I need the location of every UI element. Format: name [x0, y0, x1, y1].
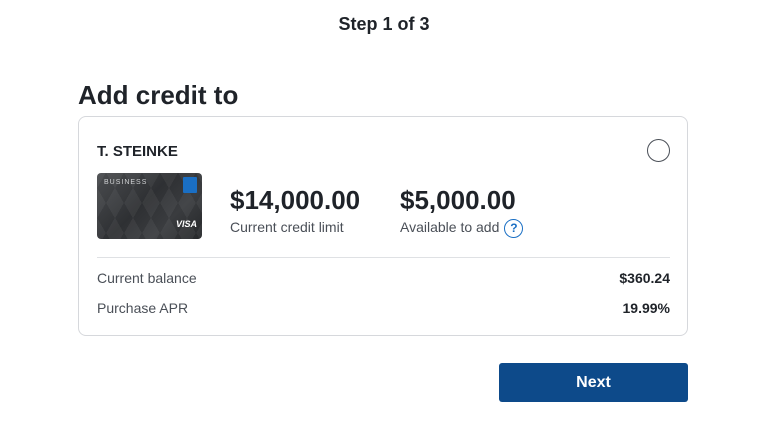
- card-badge-icon: [183, 177, 197, 193]
- select-account-radio[interactable]: [647, 139, 670, 162]
- card-holder-name: T. STEINKE: [97, 143, 178, 160]
- step-indicator: Step 1 of 3: [338, 14, 430, 34]
- page-title: Add credit to: [78, 80, 239, 110]
- visa-logo: VISA: [175, 219, 197, 229]
- account-card[interactable]: T. STEINKE BUSINESS VISA $14,000.00 Curr…: [78, 116, 688, 336]
- current-balance-label: Current balance: [97, 270, 197, 286]
- help-icon[interactable]: ?: [504, 219, 524, 238]
- divider: [97, 257, 670, 258]
- purchase-apr-label: Purchase APR: [97, 300, 189, 316]
- current-balance-value: $360.24: [619, 270, 670, 286]
- next-button[interactable]: Next: [499, 363, 688, 402]
- available-value: $5,000.00: [400, 185, 516, 215]
- purchase-apr-value: 19.99%: [622, 300, 670, 316]
- purchase-apr-row: Purchase APR 19.99%: [97, 300, 670, 316]
- available-label: Available to add: [400, 219, 500, 236]
- current-balance-row: Current balance $360.24: [97, 270, 670, 286]
- available-label-row: Available to add?: [400, 219, 524, 238]
- credit-card-image: BUSINESS VISA: [97, 173, 202, 239]
- card-business-text: BUSINESS: [104, 179, 148, 186]
- credit-limit-label: Current credit limit: [230, 219, 344, 235]
- credit-limit-value: $14,000.00: [230, 185, 361, 215]
